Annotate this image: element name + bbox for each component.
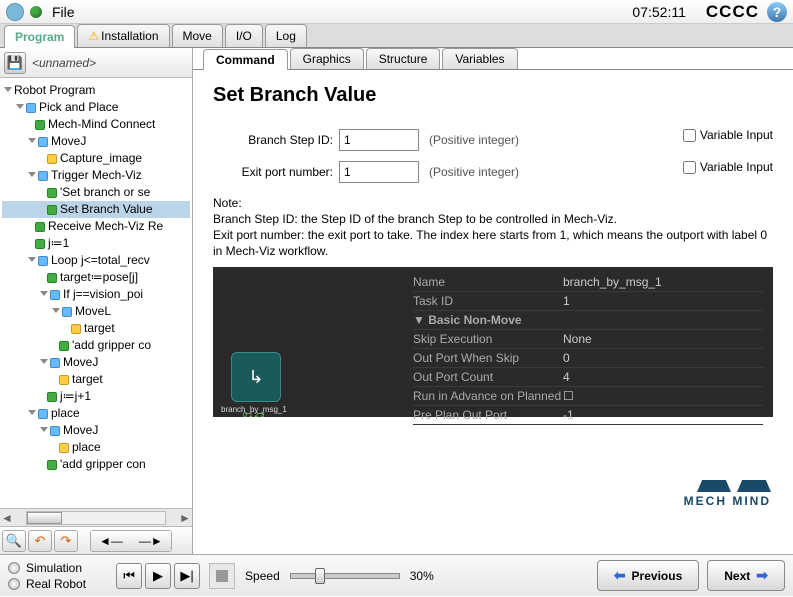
tab-installation[interactable]: ⚠Installation: [77, 24, 169, 47]
speed-slider[interactable]: [290, 573, 400, 579]
tree-node[interactable]: place: [2, 439, 190, 456]
play-button[interactable]: ▶: [145, 563, 171, 589]
tree-node[interactable]: If j==vision_poi: [2, 286, 190, 303]
exit-port-input[interactable]: [339, 161, 419, 183]
mechmind-logo: MECH MIND: [684, 480, 771, 508]
branch-var-label: Variable Input: [700, 128, 773, 142]
tab-io[interactable]: I/O: [225, 24, 263, 47]
tree-node[interactable]: Trigger Mech-Viz: [2, 167, 190, 184]
ur-logo: [6, 3, 24, 21]
branch-id-label: Branch Step ID:: [213, 133, 333, 147]
main-tabs: Program ⚠Installation Move I/O Log: [0, 24, 793, 48]
tab-move[interactable]: Move: [172, 24, 223, 47]
subtab-structure[interactable]: Structure: [366, 48, 441, 69]
tree-node[interactable]: j≔j+1: [2, 388, 190, 405]
ss-node-icon: [231, 352, 281, 402]
tree-node[interactable]: target: [2, 371, 190, 388]
note-heading: Note:: [213, 195, 773, 211]
reorder-arrows[interactable]: ◄——►: [90, 530, 172, 552]
realrobot-radio[interactable]: [8, 578, 20, 590]
tree-node[interactable]: Pick and Place: [2, 99, 190, 116]
help-icon[interactable]: ?: [767, 2, 787, 22]
rewind-button[interactable]: ⏮: [116, 563, 142, 589]
warning-icon: ⚠: [88, 29, 99, 43]
branch-id-input[interactable]: [339, 129, 419, 151]
exit-var-label: Variable Input: [700, 160, 773, 174]
subtab-graphics[interactable]: Graphics: [290, 48, 364, 69]
tree-node[interactable]: MoveL: [2, 303, 190, 320]
status-text: CCCC: [706, 2, 759, 22]
tree-node[interactable]: Loop j<=total_recv: [2, 252, 190, 269]
tree-node[interactable]: place: [2, 405, 190, 422]
undo-button[interactable]: ↶: [28, 530, 52, 552]
save-icon[interactable]: [4, 52, 26, 74]
step-button[interactable]: ▶|: [174, 563, 200, 589]
previous-button[interactable]: ⬅Previous: [597, 560, 699, 591]
search-button[interactable]: 🔍: [2, 530, 26, 552]
next-button[interactable]: Next➡: [707, 560, 785, 591]
tree-node[interactable]: j≔1: [2, 235, 190, 252]
tree-hscroll[interactable]: ◄►: [0, 508, 192, 526]
tab-program[interactable]: Program: [4, 25, 75, 48]
tree-node[interactable]: MoveJ: [2, 422, 190, 439]
tree-node[interactable]: 'add gripper co: [2, 337, 190, 354]
exit-var-checkbox[interactable]: [683, 161, 696, 174]
exit-port-hint: (Positive integer): [429, 165, 519, 179]
speed-value: 30%: [410, 569, 434, 583]
tree-node[interactable]: 'add gripper con: [2, 456, 190, 473]
note-line1: Branch Step ID: the Step ID of the branc…: [213, 211, 773, 227]
tree-node[interactable]: Capture_image: [2, 150, 190, 167]
tree-node[interactable]: target: [2, 320, 190, 337]
clock: 07:52:11: [632, 4, 685, 20]
filename[interactable]: <unnamed>: [32, 56, 96, 70]
note-line2: Exit port number: the exit port to take.…: [213, 227, 773, 259]
simulation-label: Simulation: [26, 560, 82, 576]
example-screenshot: branch_by_msg_1 0 1 2 3 Namebranch_by_ms…: [213, 267, 773, 417]
tab-log[interactable]: Log: [265, 24, 307, 47]
subtab-command[interactable]: Command: [203, 49, 288, 70]
subtab-variables[interactable]: Variables: [442, 48, 517, 69]
branch-var-checkbox[interactable]: [683, 129, 696, 142]
tree-node[interactable]: 'Set branch or se: [2, 184, 190, 201]
panel-title: Set Branch Value: [213, 84, 773, 107]
tree-node[interactable]: MoveJ: [2, 133, 190, 150]
exit-port-label: Exit port number:: [213, 165, 333, 179]
tree-node[interactable]: Mech-Mind Connect: [2, 116, 190, 133]
ss-port-dots: 0 1 2 3: [243, 412, 264, 419]
realrobot-label: Real Robot: [26, 576, 86, 592]
speed-label: Speed: [245, 569, 280, 583]
branch-id-hint: (Positive integer): [429, 133, 519, 147]
tree-node[interactable]: Set Branch Value: [2, 201, 190, 218]
tree-node[interactable]: Receive Mech-Viz Re: [2, 218, 190, 235]
tree-node[interactable]: Robot Program: [2, 82, 190, 99]
tree-node[interactable]: MoveJ: [2, 354, 190, 371]
simulation-radio[interactable]: [8, 562, 20, 574]
redo-button[interactable]: ↷: [54, 530, 78, 552]
file-menu[interactable]: File: [52, 4, 75, 20]
tree-node[interactable]: target≔pose[j]: [2, 269, 190, 286]
status-dot: [30, 6, 42, 18]
stop-button[interactable]: [209, 563, 235, 589]
program-tree[interactable]: Robot ProgramPick and PlaceMech-Mind Con…: [0, 78, 192, 508]
